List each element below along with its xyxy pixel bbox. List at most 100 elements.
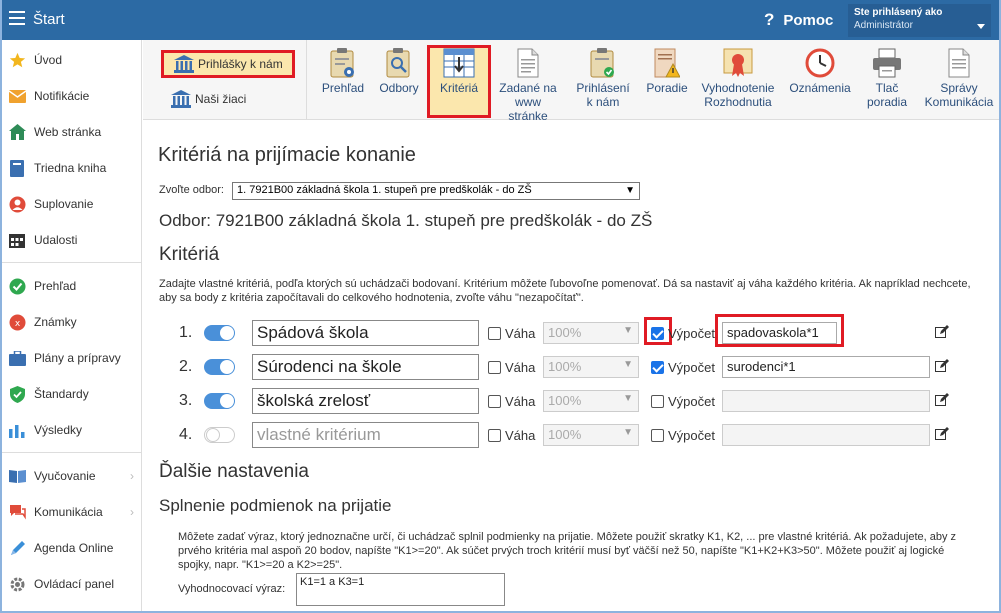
odbor-heading: Odbor: 7921B00 základná škola 1. stupeň … [159, 211, 653, 230]
vaha-select[interactable]: 100% ▼ [543, 390, 639, 412]
criterion-name-input[interactable]: Spádová škola [252, 320, 479, 346]
kriteria-heading: Kritériá [159, 244, 220, 265]
tool-oznamenia[interactable]: Oznámenia [784, 48, 856, 95]
chevron-right-icon: › [130, 469, 134, 483]
question-icon: ? [764, 10, 775, 29]
user-menu[interactable]: Ste prihlásený ako Administrátor [848, 4, 991, 37]
vypocet-input[interactable]: spadovaskola*1 [722, 322, 837, 344]
help-button[interactable]: ? Pomoc [764, 10, 833, 30]
grade-icon: x [8, 313, 26, 331]
edit-icon[interactable] [935, 393, 949, 407]
clock-icon [804, 48, 836, 78]
criterion-row-1: 1. Spádová škola Váha 100% ▼ Výpočet spad… [143, 314, 999, 347]
odbor-select[interactable]: 1. 7921B00 základná škola 1. stupeň pre … [232, 182, 640, 200]
tool-spravy-komunikacia[interactable]: Správy Komunikácia [920, 48, 998, 109]
sidebar-item-web-stranka[interactable]: Web stránka [2, 117, 142, 147]
vyhodnocovaci-textarea[interactable]: K1=1 a K3=1 [296, 573, 505, 606]
edit-icon[interactable] [935, 427, 949, 441]
sidebar-item-komunikacia[interactable]: Komunikácia › [2, 497, 142, 527]
vaha-checkbox[interactable] [488, 327, 501, 340]
vypocet-checkbox[interactable] [651, 361, 664, 374]
page-title: Kritériá na prijímacie konanie [158, 144, 416, 166]
vypocet-checkbox[interactable] [651, 327, 664, 340]
nasi-ziaci-button[interactable]: Naši žiaci [171, 90, 246, 108]
sidebar-item-agenda-online[interactable]: Agenda Online [2, 533, 142, 563]
vaha-checkbox[interactable] [488, 429, 501, 442]
sidebar-item-vysledky[interactable]: Výsledky [2, 415, 142, 445]
app-title[interactable]: Štart [33, 11, 65, 28]
sidebar-item-znamky[interactable]: x Známky [2, 307, 142, 337]
user-label: Ste prihlásený ako [854, 7, 943, 18]
sidebar-item-udalosti[interactable]: Udalosti [2, 225, 142, 255]
prihlasky-k-nam-button[interactable]: Prihlášky k nám [161, 50, 295, 78]
criterion-toggle[interactable] [204, 325, 235, 341]
vyhodnocovaci-label: Vyhodnocovací výraz: [178, 583, 286, 595]
tool-poradie[interactable]: Poradie [642, 48, 692, 95]
criterion-name-input[interactable]: školská zrelosť [252, 388, 479, 414]
tool-prihlaseni-k-nam[interactable]: Prihlásení k nám [570, 48, 636, 109]
gear-icon [8, 575, 26, 593]
sidebar-item-ovladaci-panel[interactable]: Ovládací panel [2, 569, 142, 599]
vypocet-label: Výpočet [668, 360, 715, 375]
criterion-name-input[interactable]: vlastné kritérium [252, 422, 479, 448]
criterion-number: 2. [179, 358, 193, 375]
shield-icon [8, 385, 26, 403]
tool-zadane-na-www-stranke[interactable]: Zadané na www stránke [495, 48, 561, 123]
chevron-right-icon: › [130, 505, 134, 519]
main-content: Kritériá na prijímacie konanie Zvoľte od… [143, 121, 999, 611]
vaha-label: Váha [505, 360, 536, 375]
sidebar-item-suplovanie[interactable]: Suplovanie [2, 189, 142, 219]
vaha-select[interactable]: 100% ▼ [543, 322, 639, 344]
criterion-toggle[interactable] [204, 393, 235, 409]
chevron-down-icon: ▼ [623, 325, 633, 336]
criterion-name-input[interactable]: Súrodenci na škole [252, 354, 479, 380]
table-download-icon [443, 48, 475, 78]
top-bar: Štart ? Pomoc Ste prihlásený ako Administ… [2, 0, 999, 40]
vaha-checkbox[interactable] [488, 395, 501, 408]
sidebar-item-vyucovanie[interactable]: Vyučovanie › [2, 461, 142, 491]
sidebar: Úvod Notifikácie Web stránka Triedna kni… [2, 40, 142, 611]
home-icon [8, 123, 26, 141]
criterion-number: 1. [179, 324, 193, 341]
toolbar: Prihlášky k nám Naši žiaci Prehľad Odbor… [143, 40, 999, 123]
user-icon [8, 195, 26, 213]
sidebar-divider [2, 452, 142, 453]
vaha-label: Váha [505, 394, 536, 409]
tool-tlac-poradia[interactable]: Tlač poradia [862, 48, 912, 109]
criterion-number: 4. [179, 426, 193, 443]
vypocet-input[interactable]: surodenci*1 [722, 356, 930, 378]
criterion-toggle[interactable] [204, 359, 235, 375]
document-warning-icon [651, 48, 683, 78]
vaha-checkbox[interactable] [488, 361, 501, 374]
sidebar-item-uvod[interactable]: Úvod [2, 45, 142, 75]
sidebar-item-standardy[interactable]: Štandardy [2, 379, 142, 409]
vaha-select[interactable]: 100% ▼ [543, 424, 639, 446]
tool-kriteria[interactable]: Kritériá [433, 48, 485, 95]
hamburger-menu-icon[interactable] [9, 11, 25, 25]
vypocet-checkbox[interactable] [651, 429, 664, 442]
chevron-down-icon: ▼ [623, 393, 633, 404]
splnenie-heading: Splnenie podmienok na prijatie [159, 496, 392, 515]
sidebar-item-triedna-kniha[interactable]: Triedna kniha [2, 153, 142, 183]
briefcase-icon [8, 349, 26, 367]
check-circle-icon [8, 277, 26, 295]
chevron-down-icon [977, 24, 985, 29]
edit-icon[interactable] [935, 359, 949, 373]
chevron-down-icon: ▼ [625, 185, 635, 196]
sidebar-item-notifikacie[interactable]: Notifikácie [2, 81, 142, 111]
clipboard-eye-icon [327, 48, 359, 78]
svg-text:x: x [14, 319, 20, 329]
sidebar-item-prehlad[interactable]: Prehľad [2, 271, 142, 301]
chevron-down-icon: ▼ [623, 359, 633, 370]
tool-vyhodnotenie-rozhodnutia[interactable]: Vyhodnotenie Rozhodnutia [699, 48, 777, 109]
tool-odbory[interactable]: Odbory [375, 48, 423, 95]
vypocet-input[interactable] [722, 390, 930, 412]
sidebar-item-plany-a-pripravy[interactable]: Plány a prípravy [2, 343, 142, 373]
vaha-select[interactable]: 100% ▼ [543, 356, 639, 378]
edit-icon[interactable] [935, 325, 949, 339]
criterion-toggle[interactable] [204, 427, 235, 443]
sidebar-divider [2, 262, 142, 263]
tool-prehlad[interactable]: Prehľad [318, 48, 368, 95]
vypocet-input[interactable] [722, 424, 930, 446]
vypocet-checkbox[interactable] [651, 395, 664, 408]
